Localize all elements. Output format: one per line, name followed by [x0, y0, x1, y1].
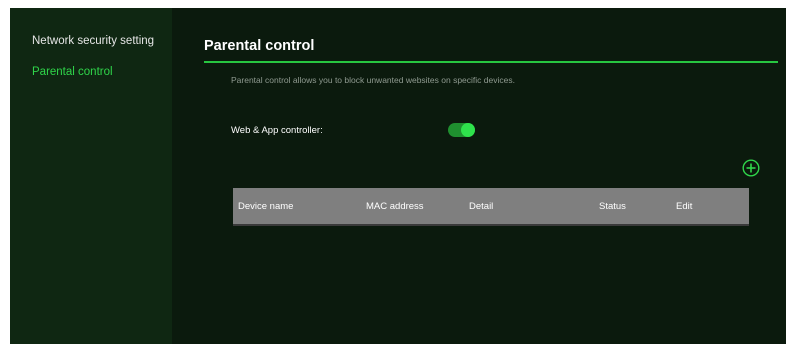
- sidebar-item-parental-control[interactable]: Parental control: [32, 66, 113, 78]
- plus-circle-icon: [742, 159, 760, 177]
- web-app-controller-toggle[interactable]: [448, 123, 475, 137]
- main-content: Parental control Parental control allows…: [172, 8, 786, 344]
- column-header-edit: Edit: [676, 201, 693, 212]
- column-header-status: Status: [599, 201, 626, 212]
- sidebar-item-network-security-setting[interactable]: Network security setting: [32, 35, 154, 47]
- device-table: Device name MAC address Detail Status Ed…: [233, 188, 749, 226]
- column-header-device-name: Device name: [238, 201, 294, 212]
- column-header-detail: Detail: [469, 201, 494, 212]
- toggle-knob: [461, 123, 475, 137]
- page-description: Parental control allows you to block unw…: [231, 75, 515, 85]
- sidebar: Network security setting Parental contro…: [10, 8, 172, 344]
- web-app-controller-label: Web & App controller:: [231, 125, 323, 136]
- column-header-mac-address: MAC address: [366, 201, 424, 212]
- page-title: Parental control: [204, 38, 315, 54]
- app-window: Network security setting Parental contro…: [10, 8, 786, 344]
- title-divider: [204, 61, 778, 63]
- add-device-button[interactable]: [742, 159, 760, 177]
- table-header: Device name MAC address Detail Status Ed…: [233, 188, 749, 226]
